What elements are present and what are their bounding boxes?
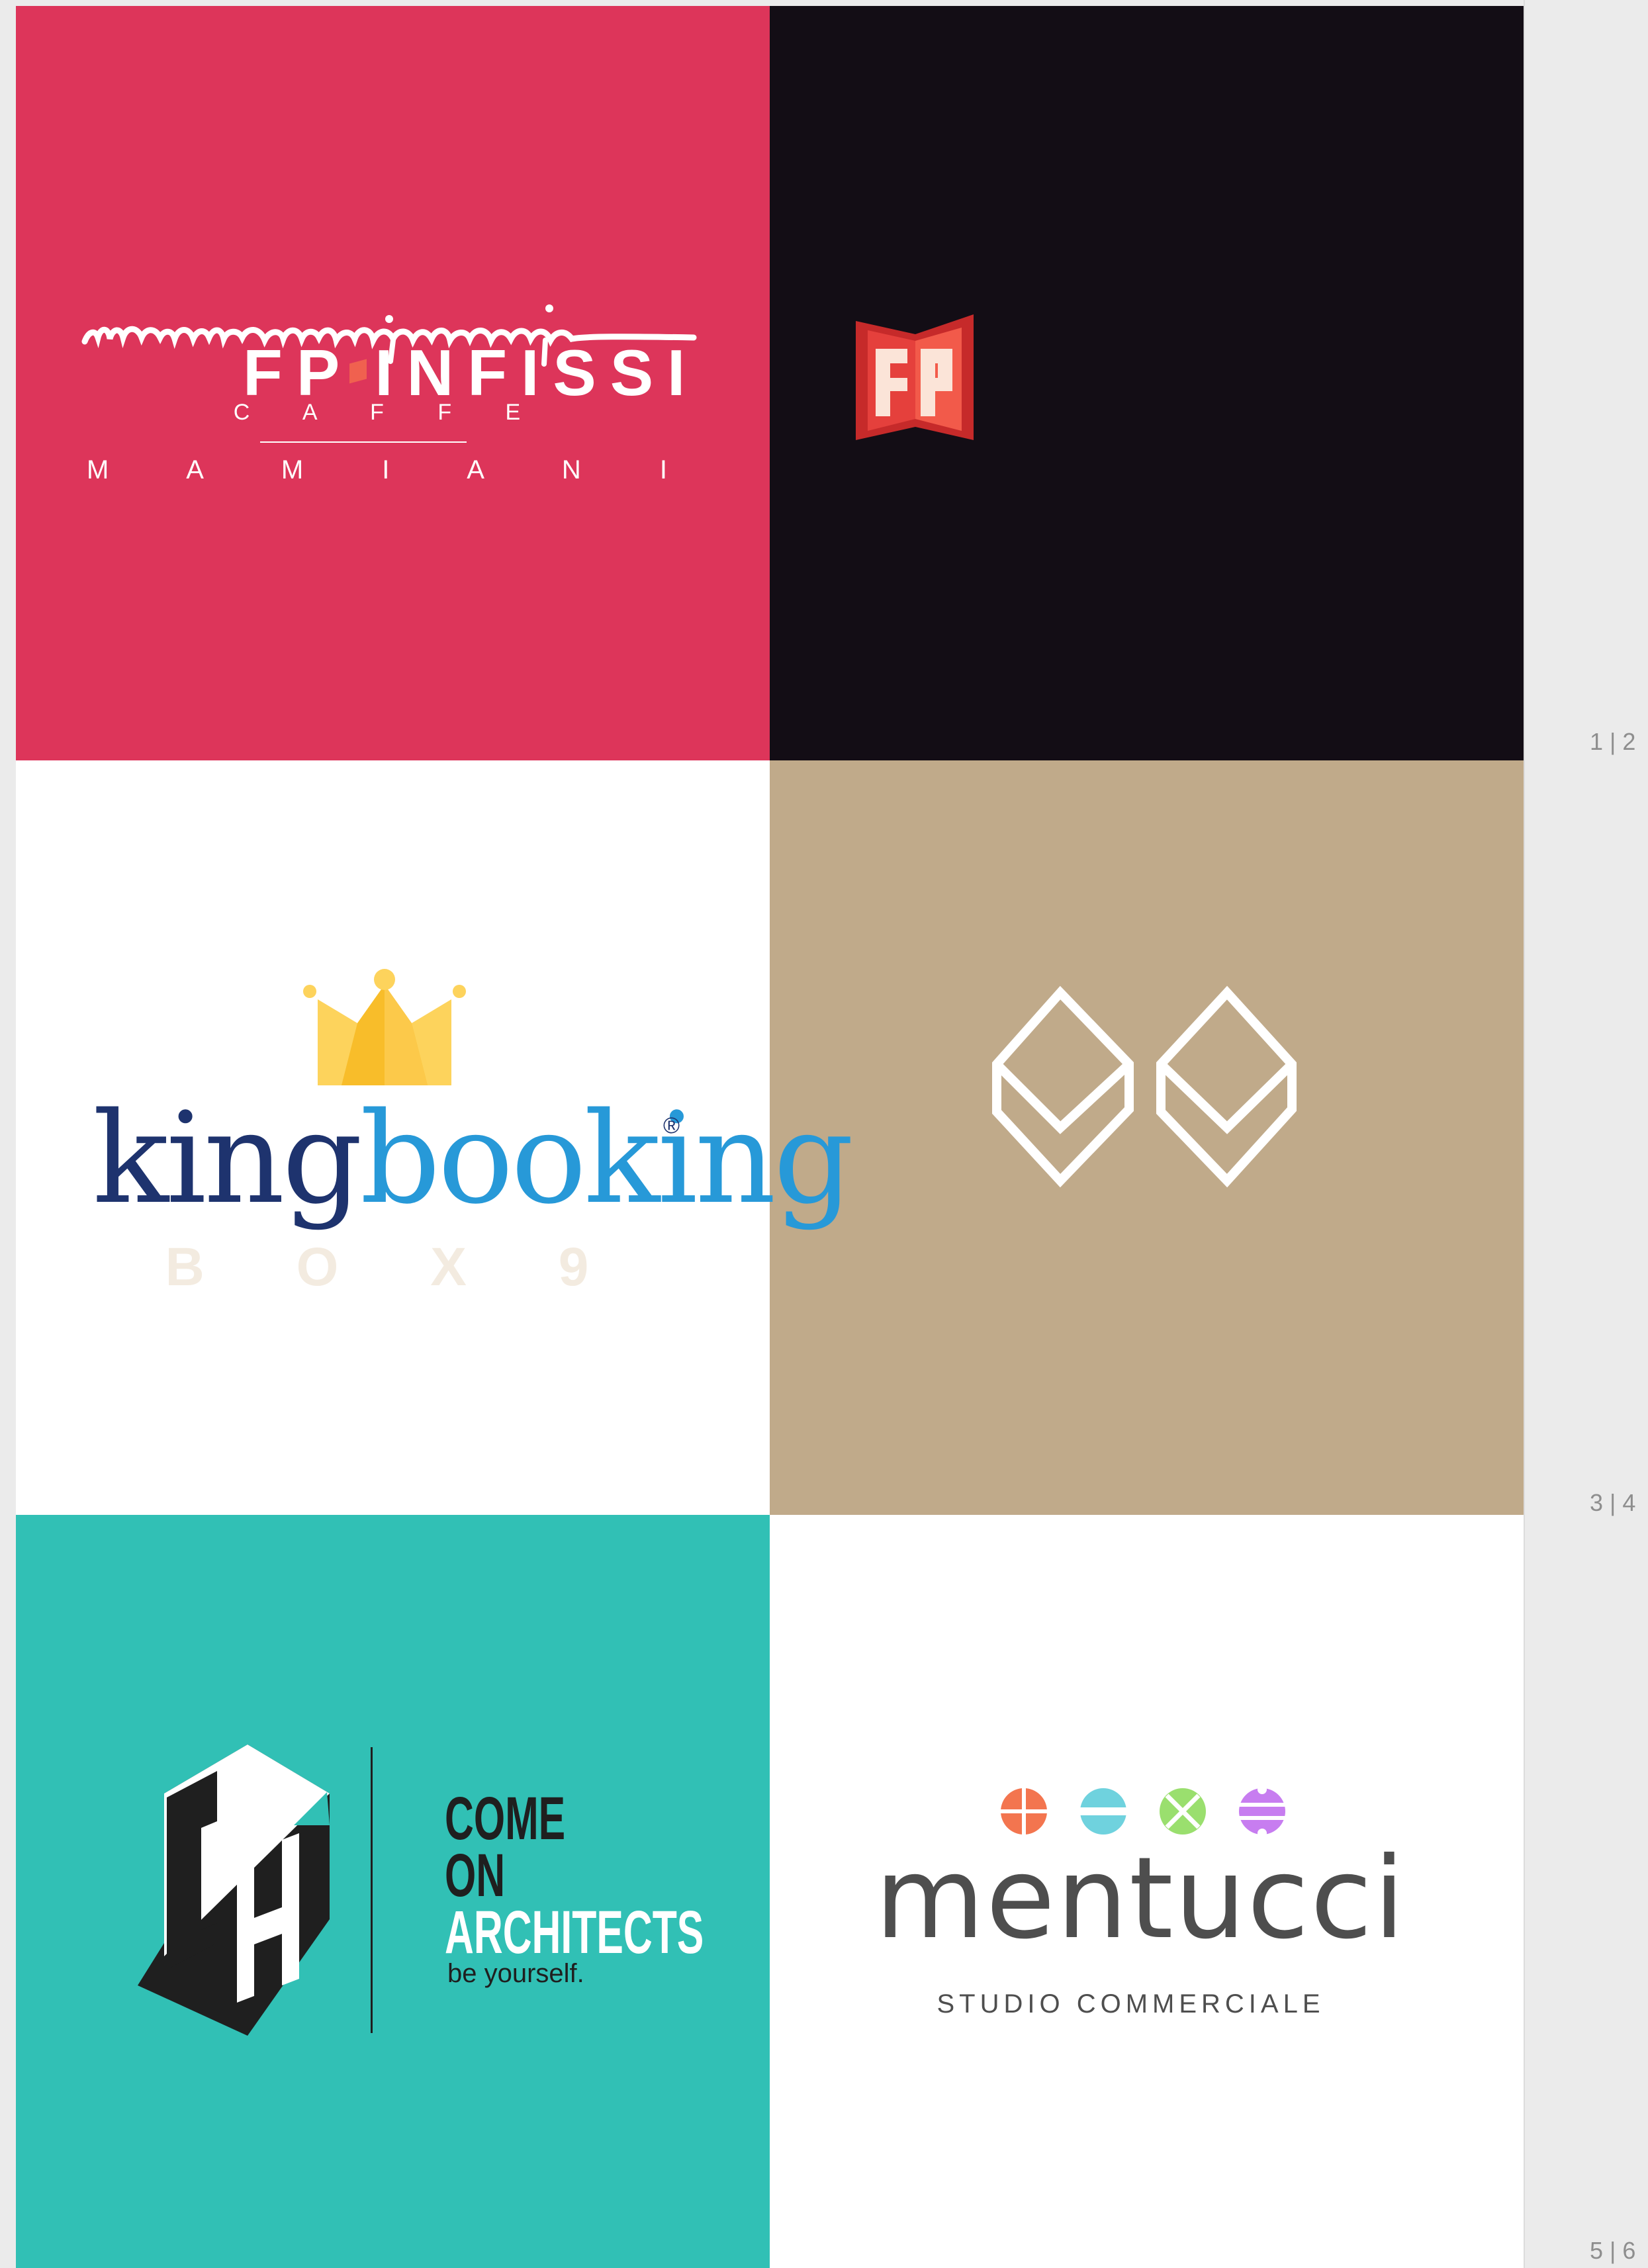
fp-infissi-wordmark: FP INFISSI (243, 336, 699, 410)
fp-infissi-emblem (856, 314, 974, 440)
mentucci-subtitle: STUDIO COMMERCIALE (937, 1989, 1325, 2019)
ca-monogram-emblem (138, 1745, 330, 2036)
page-edge (1524, 0, 1525, 2268)
mentucci-wordmark: mentucci (875, 1833, 1406, 1964)
kingbooking-part-booking: booking (359, 1085, 854, 1232)
box9-emblem (992, 985, 1297, 1188)
mentucci-dots-icon (1000, 1785, 1286, 1838)
kingbooking-part-king: king (93, 1085, 363, 1232)
fp-wordmark-right: INFISSI (375, 336, 700, 409)
page-number-5-6: 5 | 6 (1590, 2237, 1636, 2264)
ca-tagline: be yourself. (447, 1959, 584, 1988)
tile-come-on-architects (16, 1515, 770, 2268)
fp-accent-mark (349, 359, 367, 384)
registered-mark: ® (663, 1113, 680, 1138)
crown-icon (303, 969, 466, 1085)
fp-wordmark-left: FP (243, 336, 354, 409)
ca-line-architects: ARCHITECTS (445, 1899, 704, 1966)
mamiani-divider (260, 441, 467, 443)
kingbooking-wordmark: kingbooking (93, 1085, 854, 1232)
mamiani-name-text: M A M I A N I (87, 455, 703, 484)
page-number-3-4: 3 | 4 (1590, 1489, 1636, 1516)
box9-wordmark: B O X 9 (165, 1237, 627, 1297)
page-number-1-2: 1 | 2 (1590, 728, 1636, 755)
ca-divider (371, 1747, 373, 2033)
